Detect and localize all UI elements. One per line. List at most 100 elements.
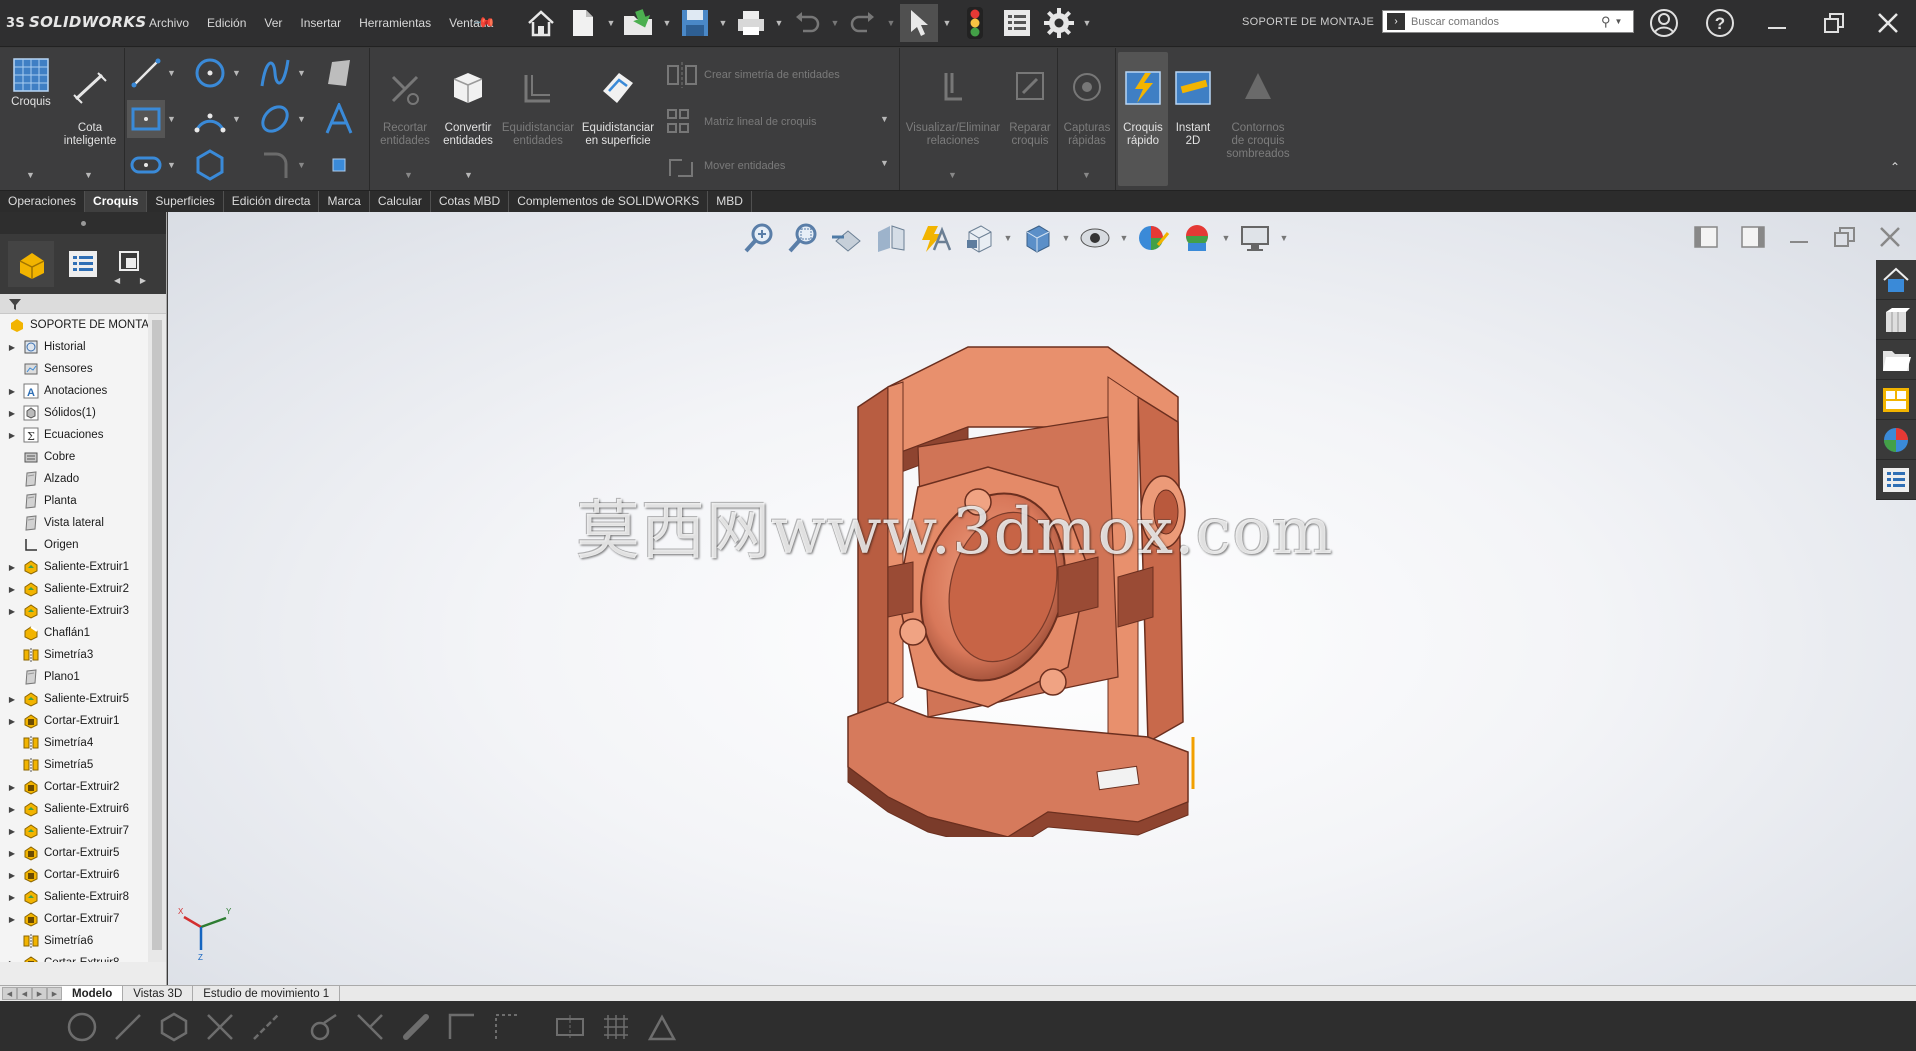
arc-icon[interactable] [191,100,229,138]
chevron-down-icon[interactable]: ▼ [828,18,842,28]
view-palette-icon[interactable] [1876,380,1916,420]
tree-item[interactable]: ▶ Cortar-Extruir7 [0,908,166,930]
hide-show-items-icon[interactable] [1074,218,1116,258]
tree-item[interactable]: Planta [0,490,166,512]
chevron-down-icon[interactable]: ▼ [1080,18,1094,28]
graphics-area[interactable]: ▼ ▼ ▼ ▼ ▼ 莫西网www.3dmox.com X Y Z [168,212,1916,985]
save-icon[interactable] [676,4,714,42]
shaded-sketch-contours-button[interactable]: Contornos de croquis sombreados [1218,56,1298,161]
previous-view-icon[interactable] [826,218,868,258]
chevron-down-icon[interactable]: ▼ [232,68,241,78]
chevron-down-icon[interactable]: ▼ [167,68,176,78]
configurationmanager-tab-icon[interactable]: ◀ ▶ [112,241,148,287]
design-library-icon[interactable] [1876,300,1916,340]
tree-item[interactable]: ▶ Cortar-Extruir8 [0,952,166,962]
menu-edicion[interactable]: Edición [198,16,255,30]
document-close-icon[interactable] [1870,222,1910,252]
centerline-icon[interactable] [248,1009,284,1045]
tree-root[interactable]: SOPORTE DE MONTAJE [0,314,166,336]
file-properties-icon[interactable] [998,4,1036,42]
tab-modelo[interactable]: Modelo [62,985,124,1002]
mirror-entities-button[interactable]: Crear simetría de entidades [666,62,840,88]
rectangle-icon[interactable] [127,100,165,138]
tree-item[interactable]: ▶ Cortar-Extruir6 [0,864,166,886]
expand-arrow-icon[interactable]: ▶ [6,409,18,418]
expand-arrow-icon[interactable]: ▶ [6,783,18,792]
tab-complementos[interactable]: Complementos de SOLIDWORKS [509,191,709,213]
menu-archivo[interactable]: Archivo [140,16,198,30]
prev-tab-icon[interactable]: ◀ [17,987,32,1000]
expand-arrow-icon[interactable]: ▶ [6,695,18,704]
tab-superficies[interactable]: Superficies [147,191,224,213]
chevron-down-icon[interactable]: ▼ [716,18,730,28]
text-icon[interactable] [320,100,358,138]
user-account-icon[interactable] [1644,6,1684,40]
tree-item[interactable]: Plano1 [0,666,166,688]
tab-marca[interactable]: Marca [319,191,370,213]
tree-item[interactable]: ▶ Saliente-Extruir7 [0,820,166,842]
chevron-down-icon[interactable]: ▼ [1220,233,1232,243]
tab-vistas-3d[interactable]: Vistas 3D [123,985,194,1002]
offset-on-surface-button[interactable]: Equidistanciar en superficie [578,56,658,148]
rebuild-icon[interactable] [956,4,994,42]
tree-item[interactable]: Cobre [0,446,166,468]
tab-edicion-directa[interactable]: Edición directa [224,191,320,213]
trim-entities-button[interactable]: Recortar entidades [374,56,436,148]
tree-item[interactable]: ▶ Σ Ecuaciones [0,424,166,446]
chevron-down-icon[interactable]: ▼ [297,68,306,78]
chevron-down-icon[interactable]: ▼ [232,114,241,124]
tree-item[interactable]: Chaflán1 [0,622,166,644]
print-icon[interactable] [732,4,770,42]
appearances-scenes-icon[interactable] [1876,420,1916,460]
restore-icon[interactable] [1814,6,1854,40]
view-settings-icon[interactable] [1234,218,1276,258]
display-delete-relations-button[interactable]: Visualizar/Eliminar relaciones [902,56,1004,148]
expand-arrow-icon[interactable]: ▶ [6,805,18,814]
chevron-down-icon[interactable]: ▼ [464,170,473,180]
chevron-down-icon[interactable]: ▼ [167,114,176,124]
panel-splitter[interactable] [0,212,166,234]
zoom-to-area-icon[interactable] [782,218,824,258]
offset-entities-button[interactable]: Equidistanciar entidades [500,56,576,148]
move-entities-button[interactable]: Mover entidades [666,152,785,180]
smart-dimension-button[interactable]: Cota inteligente [60,56,120,148]
chevron-down-icon[interactable]: ▼ [880,114,889,124]
expand-arrow-icon[interactable]: ▶ [6,871,18,880]
tree-item[interactable]: ▶ Historial [0,336,166,358]
tab-operaciones[interactable]: Operaciones [0,191,86,213]
tab-croquis[interactable]: Croquis [85,191,148,213]
spline-icon[interactable] [256,54,294,92]
close-icon[interactable] [1868,6,1908,40]
expand-arrow-icon[interactable]: ▶ [6,585,18,594]
tree-item[interactable]: ▶ Cortar-Extruir5 [0,842,166,864]
mirror-icon[interactable] [552,1009,588,1045]
corner-rectangle-icon[interactable] [444,1009,480,1045]
edit-appearance-icon[interactable] [1132,218,1174,258]
fillet-icon[interactable] [306,1009,342,1045]
tree-item[interactable]: ▶ Sólidos(1) [0,402,166,424]
3d-model-soporte-de-montaje[interactable] [808,337,1248,837]
chevron-down-icon[interactable]: ▼ [1060,233,1072,243]
document-restore-icon[interactable] [1825,222,1865,252]
tree-item[interactable]: ▶ Cortar-Extruir1 [0,710,166,732]
minimize-icon[interactable] [1757,6,1797,40]
circle-icon[interactable] [64,1009,100,1045]
tree-item[interactable]: ▶ Saliente-Extruir1 [0,556,166,578]
tree-item[interactable]: Alzado [0,468,166,490]
tree-scrollbar[interactable] [148,314,166,962]
solidworks-logo[interactable]: 3S SOLIDWORKS [6,13,146,31]
redo-icon[interactable] [844,4,882,42]
chevron-down-icon[interactable]: ▼ [1118,233,1130,243]
file-explorer-icon[interactable] [1876,340,1916,380]
chevron-down-icon[interactable]: ▼ [167,160,176,170]
tree-item[interactable]: ▶ Saliente-Extruir6 [0,798,166,820]
search-input[interactable] [1411,15,1601,28]
menu-ver[interactable]: Ver [255,16,291,30]
expand-arrow-icon[interactable]: ▶ [6,827,18,836]
search-icon[interactable]: ⚲ [1601,14,1611,30]
tree-item[interactable]: ▶ Cortar-Extruir2 [0,776,166,798]
tree-filter[interactable] [0,294,166,314]
tree-item[interactable]: Sensores [0,358,166,380]
tree-item[interactable]: Simetría3 [0,644,166,666]
chevron-down-icon[interactable]: ▼ [84,170,93,180]
